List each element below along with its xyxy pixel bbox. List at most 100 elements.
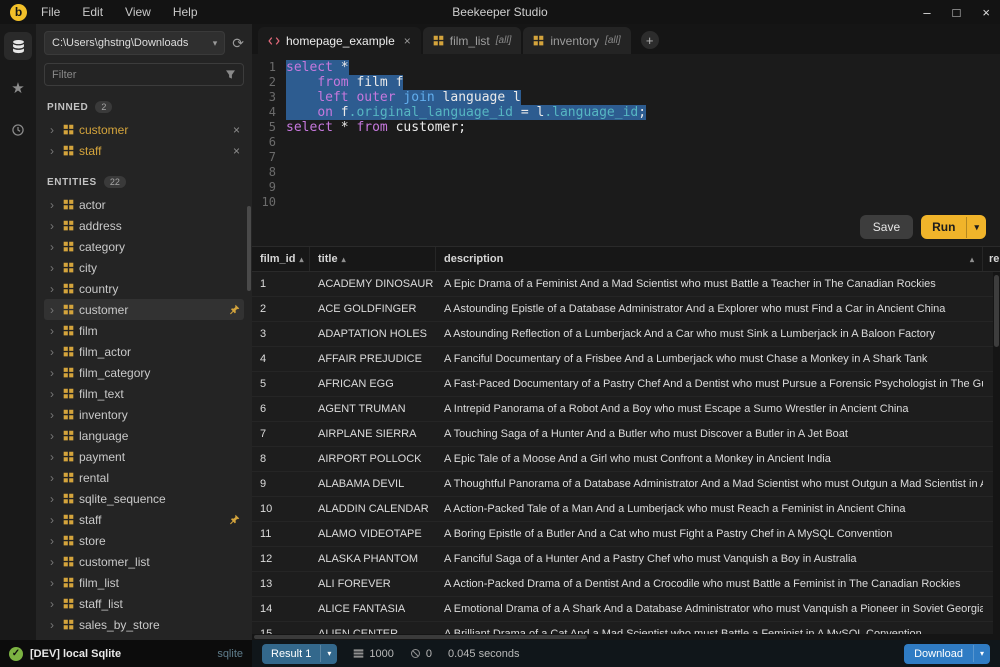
chevron-right-icon[interactable]: › — [50, 144, 58, 158]
chevron-right-icon[interactable]: › — [50, 303, 58, 317]
tab-close-icon[interactable]: × — [404, 34, 411, 48]
table-icon — [63, 367, 74, 378]
results-horizontal-scrollbar[interactable] — [252, 634, 993, 640]
entity-film_list[interactable]: ›film_list — [44, 572, 244, 593]
table-row[interactable]: 4AFFAIR PREJUDICEA Fanciful Documentary … — [252, 347, 1000, 372]
chevron-right-icon[interactable]: › — [50, 408, 58, 422]
chevron-right-icon[interactable]: › — [50, 576, 58, 590]
entity-actor[interactable]: ›actor — [44, 194, 244, 215]
table-row[interactable]: 3ADAPTATION HOLESA Astounding Reflection… — [252, 322, 1000, 347]
table-row[interactable]: 5AFRICAN EGGA Fast-Paced Documentary of … — [252, 372, 1000, 397]
entity-rental[interactable]: ›rental — [44, 467, 244, 488]
results-vertical-scrollbar[interactable] — [993, 272, 1000, 640]
chevron-right-icon[interactable]: › — [50, 123, 58, 137]
table-row[interactable]: 12ALASKA PHANTOMA Fanciful Saga of a Hun… — [252, 547, 1000, 572]
chevron-right-icon[interactable]: › — [50, 492, 58, 506]
sql-editor[interactable]: 1select *2 from film f3 left outer join … — [252, 54, 1000, 214]
chevron-right-icon[interactable]: › — [50, 219, 58, 233]
close-icon[interactable]: × — [233, 123, 240, 137]
pinned-item-staff[interactable]: ›staff× — [44, 140, 244, 161]
refresh-icon[interactable]: ⟳ — [232, 35, 244, 52]
chevron-right-icon[interactable]: › — [50, 324, 58, 338]
entity-staff[interactable]: ›staff — [44, 509, 244, 530]
chevron-right-icon[interactable]: › — [50, 387, 58, 401]
new-tab-button[interactable]: + — [641, 31, 659, 49]
close-icon[interactable]: × — [233, 144, 240, 158]
column-header-film_id[interactable]: film_id▴ — [252, 247, 310, 271]
entity-sales_by_store[interactable]: ›sales_by_store — [44, 614, 244, 635]
entity-film[interactable]: ›film — [44, 320, 244, 341]
save-button[interactable]: Save — [860, 215, 913, 239]
entity-film_text[interactable]: ›film_text — [44, 383, 244, 404]
filter-input[interactable] — [52, 69, 225, 81]
entity-city[interactable]: ›city — [44, 257, 244, 278]
chevron-right-icon[interactable]: › — [50, 555, 58, 569]
table-row[interactable]: 2ACE GOLDFINGERA Astounding Epistle of a… — [252, 297, 1000, 322]
table-row[interactable]: 6AGENT TRUMANA Intrepid Panorama of a Ro… — [252, 397, 1000, 422]
database-icon[interactable] — [4, 32, 32, 60]
entity-payment[interactable]: ›payment — [44, 446, 244, 467]
menu-edit[interactable]: Edit — [82, 5, 103, 19]
entity-customer_list[interactable]: ›customer_list — [44, 551, 244, 572]
entity-customer[interactable]: ›customer — [44, 299, 244, 320]
entity-film_category[interactable]: ›film_category — [44, 362, 244, 383]
connection-selector[interactable]: C:\Users\ghstng\Downloads ▾ — [44, 31, 225, 55]
chevron-right-icon[interactable]: › — [50, 597, 58, 611]
pin-icon[interactable] — [229, 304, 240, 315]
result-selector[interactable]: Result 1 ▾ — [262, 644, 337, 664]
table-row[interactable]: 13ALI FOREVERA Action-Packed Drama of a … — [252, 572, 1000, 597]
connection-status[interactable]: [DEV] local Sqlite — [30, 648, 121, 660]
table-row[interactable]: 7AIRPLANE SIERRAA Touching Saga of a Hun… — [252, 422, 1000, 447]
chevron-right-icon[interactable]: › — [50, 366, 58, 380]
run-options-caret-icon[interactable]: ▾ — [966, 217, 986, 238]
close-button[interactable]: × — [982, 5, 990, 20]
entity-sqlite_sequence[interactable]: ›sqlite_sequence — [44, 488, 244, 509]
chevron-right-icon[interactable]: › — [50, 198, 58, 212]
table-row[interactable]: 8AIRPORT POLLOCKA Epic Tale of a Moose A… — [252, 447, 1000, 472]
table-row[interactable]: 11ALAMO VIDEOTAPEA Boring Epistle of a B… — [252, 522, 1000, 547]
chevron-right-icon[interactable]: › — [50, 513, 58, 527]
column-header-description[interactable]: description▴ — [436, 247, 983, 271]
history-icon[interactable] — [4, 116, 32, 144]
filter-funnel-icon[interactable] — [225, 69, 236, 80]
pin-icon[interactable] — [229, 514, 240, 525]
table-row[interactable]: 9ALABAMA DEVILA Thoughtful Panorama of a… — [252, 472, 1000, 497]
chevron-right-icon[interactable]: › — [50, 429, 58, 443]
chevron-right-icon[interactable]: › — [50, 534, 58, 548]
chevron-right-icon[interactable]: › — [50, 261, 58, 275]
column-header-release_year[interactable]: release_year — [983, 247, 1000, 271]
entity-address[interactable]: ›address — [44, 215, 244, 236]
download-button[interactable]: Download ▾ — [904, 644, 990, 664]
tab-film_list[interactable]: film_list[all] — [423, 27, 522, 54]
chevron-right-icon[interactable]: › — [50, 345, 58, 359]
entity-film_actor[interactable]: ›film_actor — [44, 341, 244, 362]
menu-view[interactable]: View — [125, 5, 151, 19]
run-button[interactable]: Run ▾ — [921, 215, 986, 239]
tab-inventory[interactable]: inventory[all] — [523, 27, 630, 54]
table-row[interactable]: 10ALADDIN CALENDARA Action-Packed Tale o… — [252, 497, 1000, 522]
entity-store[interactable]: ›store — [44, 530, 244, 551]
chevron-right-icon[interactable]: › — [50, 450, 58, 464]
chevron-right-icon[interactable]: › — [50, 471, 58, 485]
table-row[interactable]: 14ALICE FANTASIAA Emotional Drama of a A… — [252, 597, 1000, 622]
chevron-right-icon[interactable]: › — [50, 240, 58, 254]
entity-country[interactable]: ›country — [44, 278, 244, 299]
pinned-item-customer[interactable]: ›customer× — [44, 119, 244, 140]
menu-file[interactable]: File — [41, 5, 60, 19]
table-row[interactable]: 1ACADEMY DINOSAURA Epic Drama of a Femin… — [252, 272, 1000, 297]
favorites-star-icon[interactable]: ★ — [4, 74, 32, 102]
sidebar-scrollbar[interactable] — [247, 206, 251, 291]
minimize-button[interactable]: – — [923, 5, 930, 20]
tab-homepage_example[interactable]: homepage_example× — [258, 27, 421, 54]
download-caret-icon[interactable]: ▾ — [973, 645, 990, 662]
chevron-right-icon[interactable]: › — [50, 618, 58, 632]
chevron-right-icon[interactable]: › — [50, 282, 58, 296]
menu-help[interactable]: Help — [173, 5, 198, 19]
entity-category[interactable]: ›category — [44, 236, 244, 257]
entity-staff_list[interactable]: › staff_list — [44, 593, 244, 614]
entity-inventory[interactable]: ›inventory — [44, 404, 244, 425]
entity-label: staff_list — [79, 597, 123, 611]
column-header-title[interactable]: title▴ — [310, 247, 436, 271]
maximize-button[interactable]: □ — [953, 5, 961, 20]
entity-language[interactable]: ›language — [44, 425, 244, 446]
